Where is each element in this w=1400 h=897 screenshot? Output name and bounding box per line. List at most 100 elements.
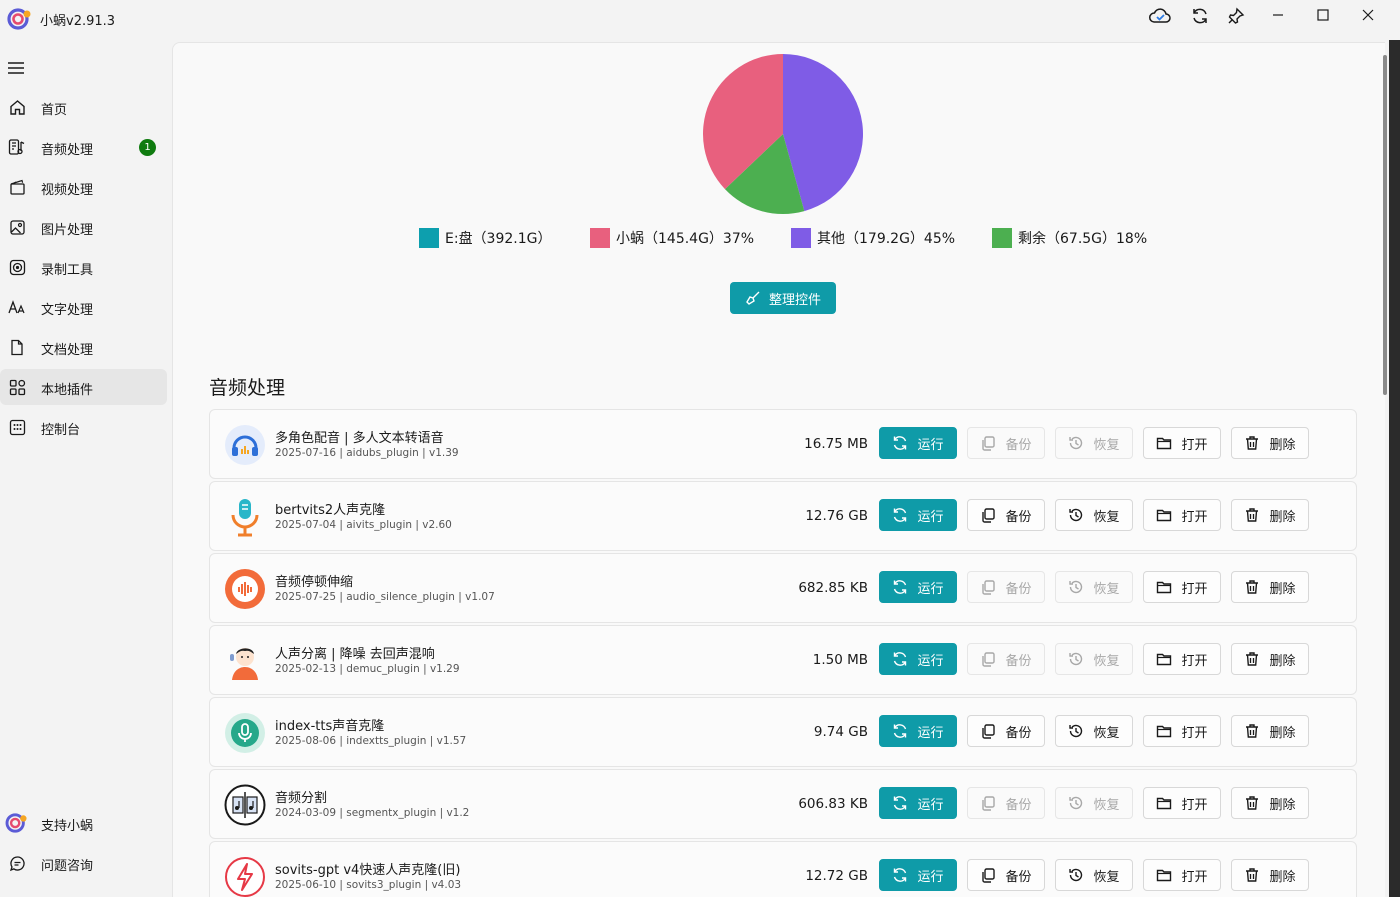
sidebar-item-label: 本地插件 — [41, 383, 94, 398]
sidebar-item-label: 图片处理 — [41, 223, 94, 238]
trash-icon — [1246, 508, 1259, 522]
run-button[interactable]: 运行 — [879, 859, 957, 891]
copy-icon — [982, 724, 996, 739]
audio-split-icon — [224, 784, 266, 826]
sidebar-item-help[interactable]: 问题咨询 — [0, 845, 167, 881]
backup-button[interactable]: 备份 — [967, 427, 1045, 459]
sidebar-item-audio[interactable]: 音频处理 1 — [0, 129, 167, 165]
sidebar-item-local-plugins[interactable]: 本地插件 — [0, 369, 167, 405]
title-bar: 小蜗v2.91.3 — [0, 0, 1400, 40]
restore-button[interactable]: 恢复 — [1055, 643, 1133, 675]
cloud-sync-icon[interactable] — [1146, 4, 1174, 28]
pin-icon[interactable] — [1222, 4, 1250, 28]
open-folder-button[interactable]: 打开 — [1143, 787, 1221, 819]
plugin-meta: 2025-08-06 | indextts_plugin | v1.57 — [275, 735, 467, 747]
delete-button[interactable]: 删除 — [1231, 859, 1309, 891]
plugin-card: 音频停顿伸缩 2025-07-25 | audio_silence_plugin … — [209, 553, 1357, 623]
folder-icon — [1157, 581, 1172, 594]
restore-button[interactable]: 恢复 — [1055, 787, 1133, 819]
home-icon — [8, 98, 26, 116]
plugin-size: 16.75 MB — [804, 436, 868, 452]
backup-label: 备份 — [1005, 797, 1032, 813]
delete-button[interactable]: 删除 — [1231, 571, 1309, 603]
sidebar-item-text[interactable]: 文字处理 — [0, 289, 167, 325]
restore-label: 恢复 — [1093, 581, 1120, 597]
delete-label: 删除 — [1269, 653, 1296, 669]
open-label: 打开 — [1181, 653, 1208, 669]
plugin-name: sovits-gpt v4快速人声克隆(旧) — [275, 863, 461, 878]
restore-button[interactable]: 恢复 — [1055, 715, 1133, 747]
restore-button[interactable]: 恢复 — [1055, 571, 1133, 603]
sidebar-item-video[interactable]: 视频处理 — [0, 169, 167, 205]
backup-button[interactable]: 备份 — [967, 787, 1045, 819]
sidebar-item-label: 支持小蜗 — [41, 819, 94, 834]
sidebar-item-image[interactable]: 图片处理 — [0, 209, 167, 245]
folder-icon — [1157, 797, 1172, 810]
backup-button[interactable]: 备份 — [967, 859, 1045, 891]
app-logo-icon — [7, 8, 31, 30]
restore-button[interactable]: 恢复 — [1055, 859, 1133, 891]
sidebar-item-document[interactable]: 文档处理 — [0, 329, 167, 365]
backup-button[interactable]: 备份 — [967, 715, 1045, 747]
document-icon — [8, 338, 26, 356]
plugin-meta: 2025-07-04 | aivits_plugin | v2.60 — [275, 519, 452, 531]
delete-button[interactable]: 删除 — [1231, 643, 1309, 675]
sidebar-item-label: 首页 — [41, 103, 68, 118]
run-button[interactable]: 运行 — [879, 715, 957, 747]
open-folder-button[interactable]: 打开 — [1143, 499, 1221, 531]
delete-button[interactable]: 删除 — [1231, 787, 1309, 819]
open-folder-button[interactable]: 打开 — [1143, 643, 1221, 675]
run-button[interactable]: 运行 — [879, 643, 957, 675]
scrollbar[interactable] — [1383, 55, 1387, 395]
console-icon — [8, 418, 26, 436]
mic-circle-icon — [224, 712, 266, 754]
legend-swatch — [791, 228, 811, 248]
backup-button[interactable]: 备份 — [967, 643, 1045, 675]
backup-button[interactable]: 备份 — [967, 499, 1045, 531]
restore-button[interactable]: 恢复 — [1055, 427, 1133, 459]
sidebar-item-console[interactable]: 控制台 — [0, 409, 167, 445]
trash-icon — [1246, 796, 1259, 810]
backup-button[interactable]: 备份 — [967, 571, 1045, 603]
run-button[interactable]: 运行 — [879, 571, 957, 603]
delete-button[interactable]: 删除 — [1231, 427, 1309, 459]
sidebar-item-home[interactable]: 首页 — [0, 89, 167, 125]
folder-icon — [1157, 869, 1172, 882]
text-icon — [8, 298, 26, 316]
open-folder-button[interactable]: 打开 — [1143, 859, 1221, 891]
refresh-icon — [894, 580, 907, 594]
tidy-plugins-button[interactable]: 整理控件 — [730, 282, 836, 314]
sidebar-item-support[interactable]: 支持小蜗 — [0, 805, 167, 841]
refresh-icon[interactable] — [1186, 4, 1214, 28]
open-folder-button[interactable]: 打开 — [1143, 715, 1221, 747]
disk-usage-pie-chart — [703, 54, 863, 214]
menu-toggle-icon[interactable] — [8, 60, 26, 76]
open-folder-button[interactable]: 打开 — [1143, 571, 1221, 603]
legend-swatch — [590, 228, 610, 248]
run-button[interactable]: 运行 — [879, 499, 957, 531]
restore-label: 恢复 — [1093, 869, 1120, 885]
delete-button[interactable]: 删除 — [1231, 499, 1309, 531]
run-button[interactable]: 运行 — [879, 427, 957, 459]
minimize-button[interactable] — [1258, 2, 1298, 28]
delete-label: 删除 — [1269, 509, 1296, 525]
history-icon — [1069, 508, 1083, 522]
delete-button[interactable]: 删除 — [1231, 715, 1309, 747]
plugin-size: 9.74 GB — [813, 724, 868, 740]
plugin-meta: 2025-07-25 | audio_silence_plugin | v1.0… — [275, 591, 495, 603]
plugin-meta: 2025-02-13 | demuc_plugin | v1.29 — [275, 663, 460, 675]
plugin-name: 多角色配音 | 多人文本转语音 — [275, 431, 444, 446]
maximize-button[interactable] — [1303, 2, 1343, 28]
history-icon — [1069, 652, 1083, 666]
waveform-icon — [224, 568, 266, 610]
run-button[interactable]: 运行 — [879, 787, 957, 819]
support-logo-icon — [5, 812, 29, 834]
sidebar-item-label: 视频处理 — [41, 183, 94, 198]
restore-button[interactable]: 恢复 — [1055, 499, 1133, 531]
sidebar-item-record[interactable]: 录制工具 — [0, 249, 167, 285]
open-folder-button[interactable]: 打开 — [1143, 427, 1221, 459]
plugin-card: 音频分割 2024-03-09 | segmentx_plugin | v1.2 6… — [209, 769, 1357, 839]
close-button[interactable] — [1348, 2, 1388, 28]
run-label: 运行 — [917, 797, 944, 813]
plugins-icon — [8, 378, 26, 396]
